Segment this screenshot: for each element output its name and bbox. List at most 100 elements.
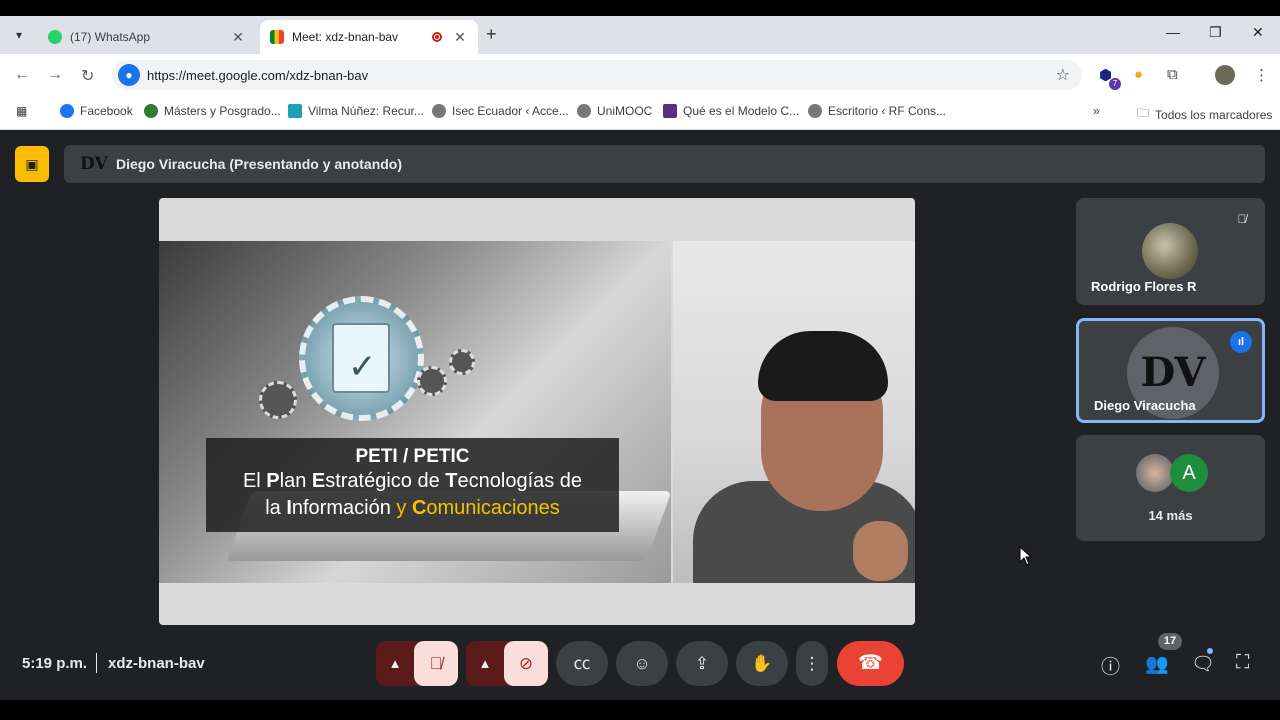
reload-icon[interactable]: ↻	[81, 66, 94, 86]
address-bar[interactable]: ● https://meet.google.com/xdz-bnan-bav ☆	[112, 60, 1082, 90]
bookmark-vilma[interactable]: Vilma Núñez: Recur...	[288, 104, 424, 118]
minimize-icon[interactable]: —	[1166, 24, 1180, 40]
menu-dots-icon[interactable]: ⋮	[1254, 66, 1269, 84]
microphone-icon[interactable]: ●	[118, 64, 140, 86]
url-text[interactable]: https://meet.google.com/xdz-bnan-bav	[147, 68, 368, 83]
restore-icon[interactable]: ❐	[1209, 24, 1222, 41]
globe-icon	[577, 104, 591, 118]
present-screen-button[interactable]: ⇪	[676, 641, 728, 686]
close-icon[interactable]: ✕	[452, 29, 468, 46]
chat-notification-dot	[1207, 648, 1213, 654]
presentation-icon[interactable]: ▣	[15, 146, 49, 182]
back-icon[interactable]: ←	[14, 66, 30, 84]
participant-name: Rodrigo Flores R	[1091, 279, 1197, 294]
bookmark-label: Másters y Posgrado...	[164, 104, 281, 118]
raise-hand-button[interactable]: ✋	[736, 641, 788, 686]
camera-control: ▲ ⊘	[466, 641, 548, 686]
bookmark-label: Facebook	[80, 104, 133, 118]
shared-screen: ✓ PETI / PETIC El Plan Estratégico de Te…	[159, 198, 915, 625]
bookmark-label: Qué es el Modelo C...	[683, 104, 800, 118]
globe-icon	[432, 104, 446, 118]
dv-logo: DV	[80, 154, 108, 174]
folder-icon: 🗀	[1137, 106, 1150, 120]
mic-off-button[interactable]: 🎙̸	[414, 641, 458, 686]
people-icon[interactable]: 👥	[1145, 652, 1169, 676]
bookmark-star-icon[interactable]: ☆	[1056, 65, 1070, 85]
avatar	[1136, 454, 1174, 492]
text-part: la	[265, 497, 287, 519]
meeting-code: xdz-bnan-bav	[108, 655, 205, 672]
bookmark-masters[interactable]: Másters y Posgrado...	[144, 104, 281, 118]
mouse-cursor-icon	[1019, 546, 1033, 566]
text-part: T	[445, 470, 458, 492]
text-part: omunicaciones	[426, 497, 560, 519]
globe-icon	[808, 104, 822, 118]
avatar: A	[1170, 454, 1208, 492]
tab-search-icon[interactable]: ▾	[8, 24, 30, 46]
facebook-icon	[60, 104, 74, 118]
new-tab-button[interactable]: +	[486, 24, 497, 45]
slide-image: ✓ PETI / PETIC El Plan Estratégico de Te…	[159, 241, 671, 583]
camera-options-chevron-icon[interactable]: ▲	[466, 641, 504, 686]
text-part: nformación	[291, 497, 397, 519]
tab-title: (17) WhatsApp	[70, 30, 151, 44]
chat-icon[interactable]: 🗨	[1191, 652, 1215, 676]
more-options-button[interactable]: ⋮	[796, 641, 828, 686]
people-count-badge: 17	[1158, 633, 1182, 650]
participant-name: Diego Viracucha	[1094, 398, 1196, 413]
microphone-control: ▲ 🎙̸	[376, 641, 458, 686]
site-icon	[663, 104, 677, 118]
slide-line-2: El Plan Estratégico de Tecnologías de	[206, 468, 619, 495]
small-gear-icon	[417, 366, 447, 396]
captions-button[interactable]: ㏄	[556, 641, 608, 686]
close-window-icon[interactable]: ✕	[1252, 24, 1264, 41]
bookmark-escritorio[interactable]: Escritorio ‹ RF Cons...	[808, 104, 946, 118]
forward-icon[interactable]: →	[47, 66, 63, 84]
tab-bar: ▾ (17) WhatsApp ✕ Meet: xdz-bnan-bav ✕ +…	[0, 16, 1280, 54]
bookmark-facebook[interactable]: Facebook	[60, 104, 133, 118]
bookmark-modelo[interactable]: Qué es el Modelo C...	[663, 104, 799, 118]
person-hand	[853, 521, 908, 581]
more-bookmarks-icon[interactable]: »	[1093, 104, 1100, 118]
bookmark-isec[interactable]: Isec Ecuador ‹ Acce...	[432, 104, 569, 118]
close-icon[interactable]: ✕	[230, 29, 246, 46]
whatsapp-icon	[48, 30, 62, 44]
info-icon[interactable]: ⓘ	[1101, 652, 1120, 679]
slide-line-3: la Información y Comunicaciones	[206, 495, 619, 522]
tab-title: Meet: xdz-bnan-bav	[292, 30, 399, 44]
extension-2-icon[interactable]: ●	[1134, 66, 1143, 83]
camera-off-button[interactable]: ⊘	[504, 641, 548, 686]
text-part: stratégico de	[325, 470, 446, 492]
end-call-button[interactable]: ☎	[837, 641, 904, 686]
puzzle-icon[interactable]: ⧉	[1167, 66, 1178, 83]
activities-icon[interactable]: ⛶	[1236, 652, 1249, 674]
profile-avatar[interactable]	[1215, 65, 1235, 85]
clock: 5:19 p.m.	[22, 655, 88, 672]
text-part: El	[242, 470, 267, 492]
site-icon	[288, 104, 302, 118]
emoji-button[interactable]: ☺	[616, 641, 668, 686]
bookmark-label: Vilma Núñez: Recur...	[308, 104, 424, 118]
bookmark-label: Isec Ecuador ‹ Acce...	[452, 104, 569, 118]
participant-tile[interactable]: 🎙̸ Rodrigo Flores R	[1076, 198, 1265, 305]
more-participants-tile[interactable]: A 14 más	[1076, 435, 1265, 541]
tab-meet[interactable]: Meet: xdz-bnan-bav ✕	[260, 20, 478, 54]
meet-icon	[270, 30, 284, 44]
bookmark-label: Escritorio ‹ RF Cons...	[828, 104, 947, 118]
apps-grid-icon[interactable]: ▦	[16, 104, 27, 118]
all-bookmarks[interactable]: 🗀 Todos los marcadores	[1137, 104, 1272, 125]
small-gear-icon	[259, 381, 297, 419]
meet-area: ▣ DV Diego Viracucha (Presentando y anot…	[0, 130, 1280, 700]
avatar	[1142, 223, 1198, 279]
tab-whatsapp[interactable]: (17) WhatsApp ✕	[38, 20, 256, 54]
text-part: C	[411, 497, 427, 519]
recording-icon	[432, 32, 442, 42]
screen: ▾ (17) WhatsApp ✕ Meet: xdz-bnan-bav ✕ +…	[0, 0, 1280, 720]
slide-caption: PETI / PETIC El Plan Estratégico de Tecn…	[206, 438, 619, 532]
participant-tile-active[interactable]: DV ıl Diego Viracucha	[1076, 318, 1265, 423]
bookmark-unimooc[interactable]: UniMOOC	[577, 104, 652, 118]
presenter-banner: DV Diego Viracucha (Presentando y anotan…	[64, 145, 1265, 183]
mic-options-chevron-icon[interactable]: ▲	[376, 641, 414, 686]
presenter-camera	[673, 241, 915, 583]
more-participants-label: 14 más	[1148, 508, 1193, 523]
